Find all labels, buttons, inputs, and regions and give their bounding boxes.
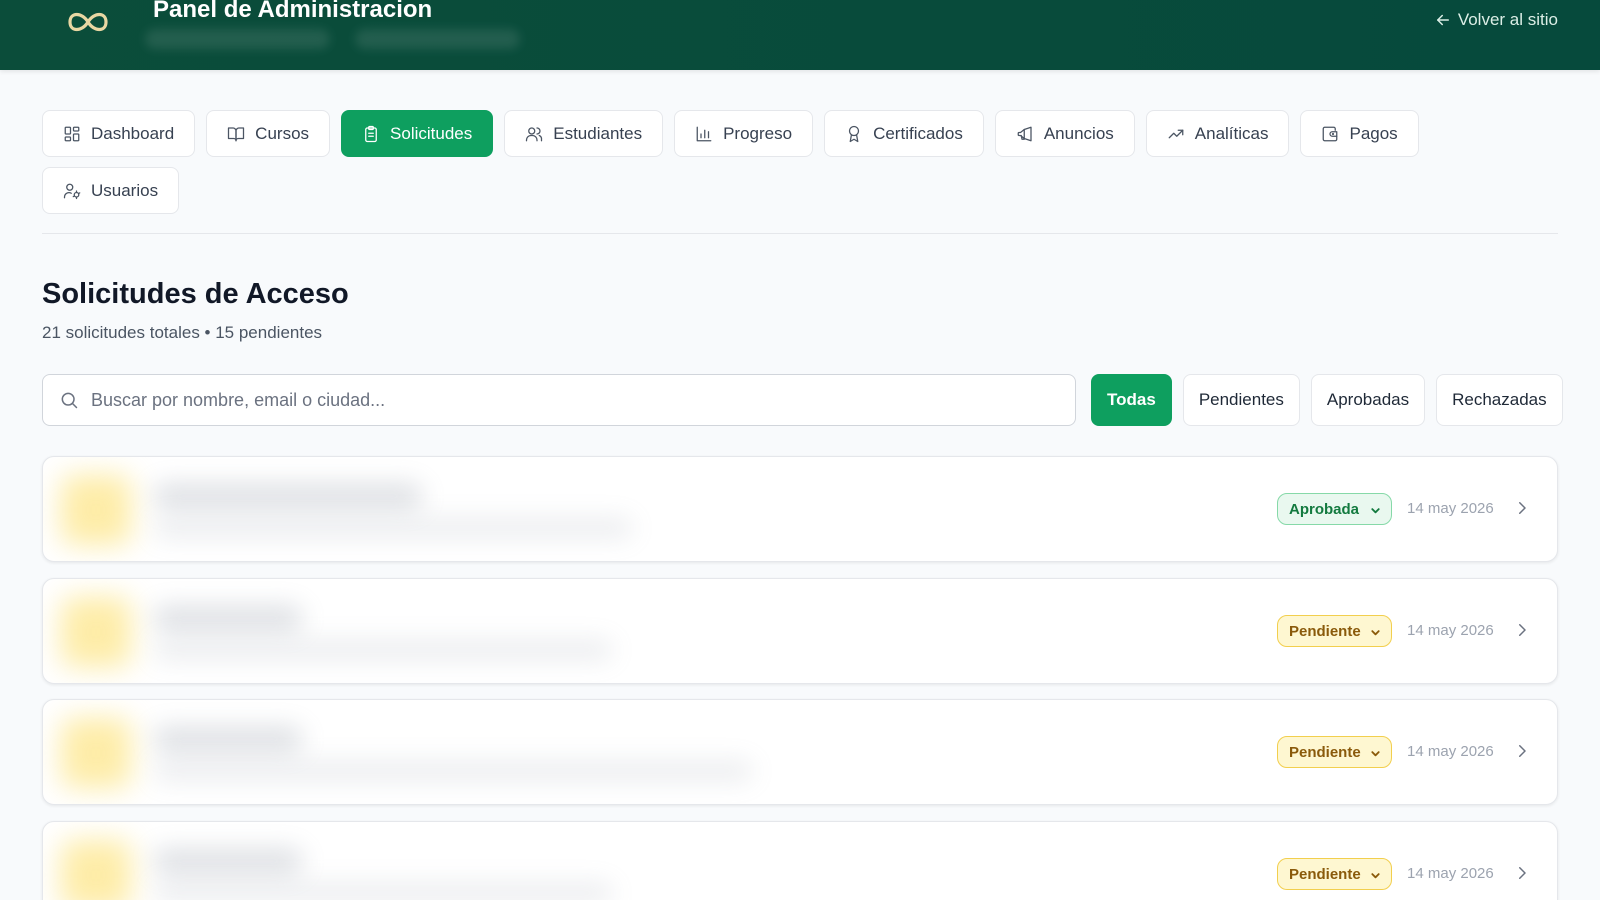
top-header: Panel de Administracion Volver al sitio (0, 0, 1600, 70)
request-card[interactable]: Pendiente 14 may 2026 (42, 699, 1558, 805)
filter-pendientes[interactable]: Pendientes (1182, 374, 1300, 426)
tab-dashboard[interactable]: Dashboard (42, 110, 196, 157)
status-filters: Todas Pendientes Aprobadas Rechazadas (1091, 374, 1563, 426)
avatar-redacted (61, 597, 131, 667)
tab-estudiantes[interactable]: Estudiantes (504, 110, 664, 157)
chevron-right-icon[interactable] (1513, 621, 1531, 639)
name-redacted (153, 483, 423, 509)
request-date: 14 may 2026 (1407, 743, 1494, 760)
tab-usuarios[interactable]: Usuarios (42, 167, 180, 214)
bar-chart-icon (696, 126, 712, 141)
filter-aprobadas[interactable]: Aprobadas (1310, 374, 1426, 426)
infinity-logo-icon (68, 12, 108, 32)
avatar-redacted (61, 840, 131, 900)
tab-label: Solicitudes (390, 123, 473, 143)
request-date: 14 may 2026 (1407, 622, 1494, 639)
tab-label: Analíticas (1194, 123, 1269, 143)
chevron-right-icon[interactable] (1513, 499, 1531, 517)
filter-rechazadas[interactable]: Rechazadas (1436, 374, 1563, 426)
tab-progreso[interactable]: Progreso (674, 110, 814, 157)
user-cog-icon (63, 183, 81, 199)
award-icon (848, 125, 860, 142)
tab-analiticas[interactable]: Analíticas (1145, 110, 1290, 157)
back-link-label: Volver al sitio (1457, 10, 1558, 29)
chevron-right-icon[interactable] (1513, 864, 1531, 882)
request-card[interactable]: Pendiente 14 may 2026 (42, 821, 1558, 900)
status-dropdown[interactable]: Aprobada (1277, 493, 1392, 525)
tab-label: Cursos (255, 123, 310, 143)
avatar-redacted (61, 718, 131, 788)
wallet-icon (1323, 126, 1338, 141)
tab-certificados[interactable]: Certificados (824, 110, 984, 157)
name-redacted (153, 726, 303, 752)
tab-label: Usuarios (91, 180, 159, 200)
tab-cursos[interactable]: Cursos (206, 110, 331, 157)
tab-solicitudes[interactable]: Solicitudes (341, 110, 494, 157)
details-redacted (153, 639, 613, 661)
request-date: 14 may 2026 (1407, 500, 1494, 517)
status-dropdown[interactable]: Pendiente (1277, 615, 1392, 647)
tab-anuncios[interactable]: Anuncios (994, 110, 1135, 157)
status-dropdown[interactable]: Pendiente (1277, 858, 1392, 890)
tab-label: Pagos (1349, 123, 1398, 143)
page-subtitle: 21 solicitudes totales • 15 pendientes (42, 323, 323, 342)
tab-pagos[interactable]: Pagos (1300, 110, 1419, 157)
page-title: Solicitudes de Acceso (42, 278, 349, 310)
chevron-down-icon (1371, 751, 1380, 757)
status-label: Pendiente (1289, 622, 1361, 640)
status-label: Aprobada (1289, 500, 1360, 518)
name-redacted (153, 605, 303, 631)
megaphone-icon (1017, 126, 1032, 141)
status-label: Pendiente (1289, 865, 1361, 883)
details-redacted (153, 517, 633, 539)
request-date: 14 may 2026 (1407, 865, 1494, 882)
dashboard-grid-icon (64, 126, 80, 141)
header-title: Panel de Administracion (153, 0, 433, 23)
status-label: Pendiente (1289, 743, 1361, 761)
clipboard-icon (365, 125, 377, 142)
tab-label: Certificados (873, 123, 963, 143)
details-redacted (153, 882, 613, 900)
request-card[interactable]: Aprobada 14 may 2026 (42, 456, 1558, 562)
header-subtitle-redacted (145, 27, 525, 51)
chevron-right-icon[interactable] (1513, 742, 1531, 760)
trending-up-icon (1168, 129, 1184, 138)
arrow-left-icon (1436, 14, 1449, 26)
tab-label: Dashboard (91, 123, 175, 143)
filter-todas[interactable]: Todas (1091, 374, 1172, 426)
back-to-site-link[interactable]: Volver al sitio (1434, 10, 1558, 30)
tab-label: Progreso (723, 123, 793, 143)
search-icon (61, 392, 78, 409)
details-redacted (153, 760, 753, 782)
tab-label: Anuncios (1043, 123, 1114, 143)
status-dropdown[interactable]: Pendiente (1277, 736, 1392, 768)
request-card[interactable]: Pendiente 14 may 2026 (42, 578, 1558, 684)
search-box[interactable] (42, 374, 1076, 426)
search-input[interactable] (91, 389, 1051, 411)
name-redacted (153, 848, 303, 874)
chevron-down-icon (1371, 873, 1380, 879)
avatar-redacted (61, 475, 131, 545)
book-icon (228, 126, 245, 141)
users-icon (526, 126, 543, 141)
chevron-down-icon (1371, 508, 1380, 514)
tabs-divider (42, 233, 1558, 234)
chevron-down-icon (1371, 630, 1380, 636)
tab-label: Estudiantes (553, 123, 643, 143)
admin-nav-tabs: Dashboard Cursos Solicitudes Estudiantes… (42, 110, 1562, 214)
